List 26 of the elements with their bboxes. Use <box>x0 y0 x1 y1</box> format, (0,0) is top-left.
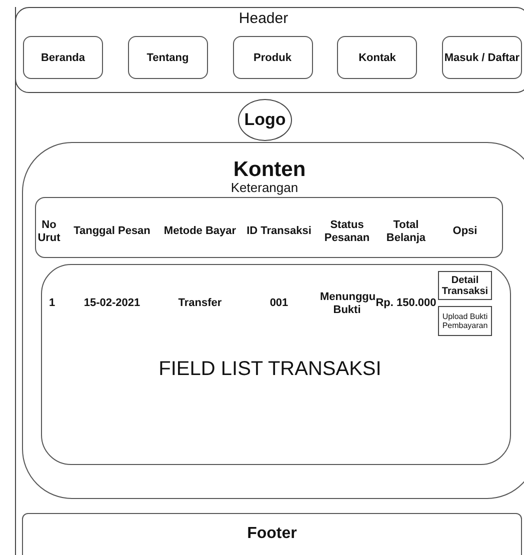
table-cell-text: 1 <box>48 297 56 310</box>
table-cell-text: Transfer <box>177 297 223 310</box>
action-button[interactable]: Detail Transaksi <box>438 271 492 300</box>
nav-button[interactable]: Masuk / Daftar <box>442 36 522 79</box>
nav-button[interactable]: Produk <box>232 36 312 79</box>
column-header: Status Pesanan <box>323 218 371 244</box>
column-header: Metode Bayar <box>162 225 238 238</box>
content-title: Konten <box>232 158 307 182</box>
column-header: ID Transaksi <box>246 225 312 238</box>
footer-panel: Footer <box>22 513 522 555</box>
column-header: No Urut <box>36 218 62 244</box>
column-header: Opsi <box>452 225 478 238</box>
table-cell-text: 15-02-2021 <box>82 297 142 310</box>
column-header: Total Belanja <box>385 218 427 244</box>
table-cell: Menunggu Bukti <box>320 290 374 316</box>
logo: Logo <box>238 99 292 141</box>
table-cell-text: 001 <box>268 297 290 310</box>
content-subtitle: Keterangan <box>230 180 300 195</box>
header-title: Header <box>238 10 290 27</box>
nav-button[interactable]: Tentang <box>128 36 208 79</box>
nav-button[interactable]: Beranda <box>23 36 103 79</box>
nav-button[interactable]: Kontak <box>337 36 418 79</box>
action-button[interactable]: Upload Bukti Pembayaran <box>438 306 492 336</box>
table-cell-text: Rp. 150.000 <box>375 297 438 310</box>
list-label: FIELD LIST TRANSAKSI <box>158 358 382 381</box>
column-header: Tanggal Pesan <box>72 225 152 238</box>
